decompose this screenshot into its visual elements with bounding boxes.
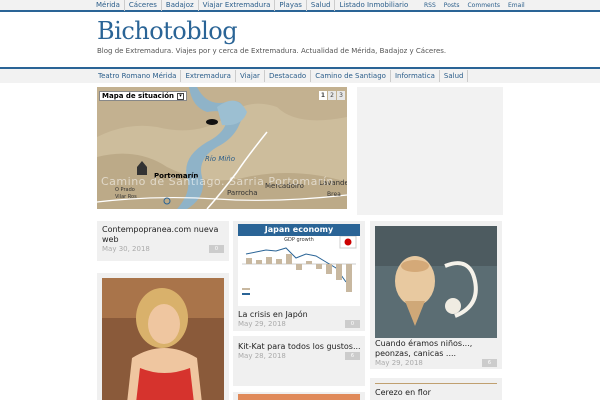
japan-chart-title: Japan economy [238, 224, 360, 236]
nav-item-teatro[interactable]: Teatro Romano Mérida [94, 70, 182, 82]
comment-count[interactable]: 6 [482, 359, 497, 367]
rss-link[interactable]: RSS [424, 0, 436, 11]
divider [375, 383, 497, 384]
top-nav-link-playas[interactable]: Playas [275, 0, 307, 11]
post-card[interactable]: Japan economy GDP growth La crisis en Ja… [233, 221, 365, 331]
top-nav: Mérida Cáceres Badajoz Viajar Extremadur… [0, 0, 600, 12]
post-date: May 28, 2018 [238, 352, 286, 360]
slider-page-1[interactable]: 1 [319, 91, 327, 100]
slider-page-3[interactable]: 3 [337, 91, 345, 100]
comments-link[interactable]: Comments [467, 0, 500, 11]
nav-item-destacado[interactable]: Destacado [265, 70, 312, 82]
post-title[interactable]: La crisis en Japón [238, 310, 308, 320]
post-thumbnail[interactable] [238, 394, 360, 400]
post-title[interactable]: Contempopranea.com nueva web [102, 225, 226, 245]
comment-count[interactable]: 0 [345, 320, 360, 328]
post-card[interactable]: Kit-Kat para todos los gustos... May 28,… [233, 336, 365, 386]
nav-item-salud[interactable]: Salud [440, 70, 469, 82]
nav-item-viajar[interactable]: Viajar [236, 70, 265, 82]
post-card[interactable]: Contempopranea.com nueva web May 30, 201… [97, 221, 229, 261]
top-nav-link-salud[interactable]: Salud [307, 0, 336, 11]
post-card[interactable]: Cuando éramos niños..., peonzas, canicas… [370, 221, 502, 369]
top-nav-link-caceres[interactable]: Cáceres [125, 0, 162, 11]
email-link[interactable]: Email [508, 0, 525, 11]
site-tagline: Blog de Extremadura. Viajes por y cerca … [97, 47, 447, 55]
post-date: May 29, 2018 [238, 320, 286, 328]
slider-overlay-text: Camino de Santiago. Sarria Portomarín [101, 175, 334, 188]
site-title[interactable]: Bichotoblog [97, 17, 238, 45]
map-label-river: Río Miño [205, 155, 236, 163]
post-card[interactable] [97, 273, 229, 400]
comment-count[interactable]: 6 [345, 352, 360, 360]
chevron-down-icon: ▾ [177, 92, 185, 100]
post-title[interactable]: Cerezo en flor [375, 388, 431, 398]
ad-box [357, 87, 503, 215]
nav-item-informatica[interactable]: Informatica [391, 70, 440, 82]
posts-link[interactable]: Posts [444, 0, 460, 11]
featured-slider[interactable]: Río Miño Portomarín Parrocha Mercadoiro … [97, 87, 347, 209]
japan-chart-subtitle: GDP growth [284, 237, 314, 243]
slider-pager: 1 2 3 [319, 91, 345, 100]
post-thumbnail[interactable] [102, 278, 224, 400]
post-card[interactable] [233, 392, 365, 400]
map-select-dropdown[interactable]: Mapa de situación ▾ [99, 91, 188, 101]
post-date: May 30, 2018 [102, 245, 150, 253]
post-title[interactable]: Cuando éramos niños..., peonzas, canicas… [375, 339, 499, 359]
post-card[interactable]: Cerezo en flor [370, 378, 502, 400]
main-nav: Teatro Romano Mérida Extremadura Viajar … [0, 67, 600, 83]
slider-page-2[interactable]: 2 [328, 91, 336, 100]
post-thumbnail[interactable] [375, 226, 497, 338]
comment-count[interactable]: 0 [209, 245, 224, 253]
map-select-label: Mapa de situación [102, 91, 175, 100]
top-nav-link-viajar[interactable]: Viajar Extremadura [199, 0, 276, 11]
map-label-vilarros: Vilar Ros [115, 194, 137, 200]
map-label-parrocha: Parrocha [227, 189, 258, 197]
top-nav-link-badajoz[interactable]: Badajoz [162, 0, 199, 11]
nav-item-camino[interactable]: Camino de Santiago [311, 70, 391, 82]
top-nav-link-merida[interactable]: Mérida [92, 0, 125, 11]
post-title[interactable]: Kit-Kat para todos los gustos... [238, 342, 362, 352]
nav-item-extremadura[interactable]: Extremadura [181, 70, 236, 82]
map-label-brea: Brea [327, 191, 341, 198]
post-date: May 29, 2018 [375, 359, 423, 367]
top-nav-link-inmobiliario[interactable]: Listado Inmobiliario [335, 0, 412, 11]
